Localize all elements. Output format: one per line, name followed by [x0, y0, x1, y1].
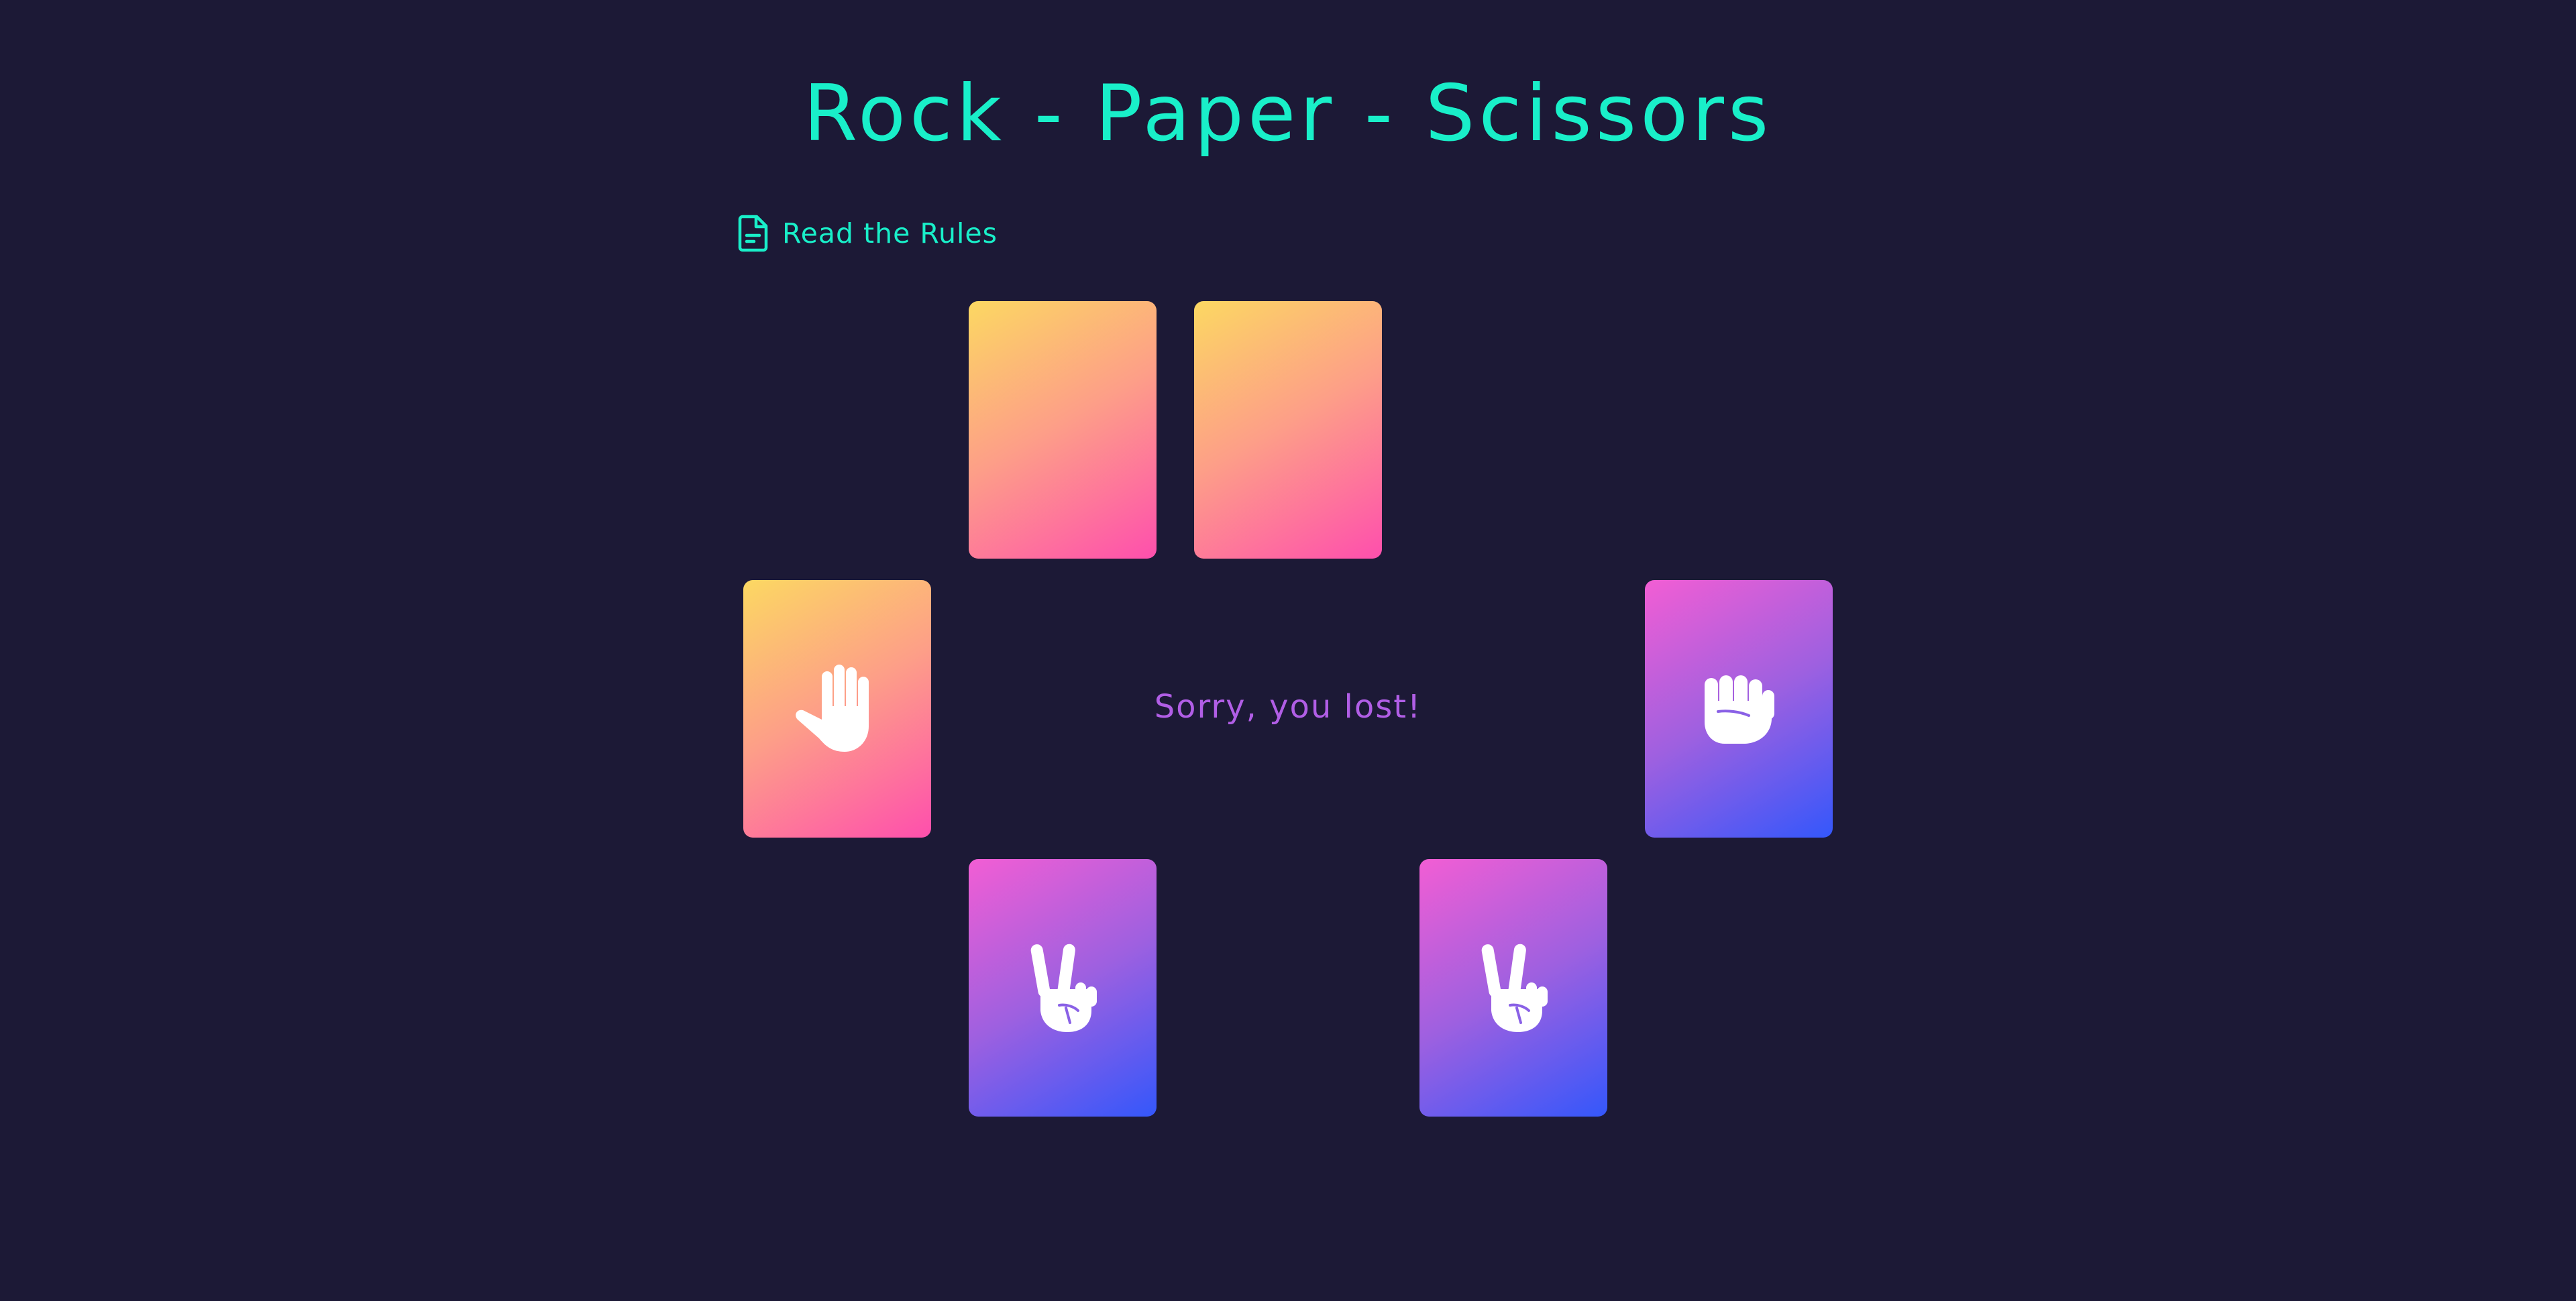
player-hand-card-scissors[interactable] — [969, 859, 1157, 1117]
page-title: Rock - Paper - Scissors — [803, 68, 1773, 159]
peace-hand-scissors-icon — [1481, 944, 1548, 1032]
player-played-card — [1645, 580, 1833, 838]
document-icon — [738, 215, 768, 252]
opponent-played-card — [743, 580, 931, 838]
peace-hand-scissors-icon — [1030, 944, 1097, 1032]
game-page: Rock - Paper - Scissors Read the Rules S… — [0, 0, 2576, 1301]
read-rules-link[interactable]: Read the Rules — [738, 209, 998, 258]
fist-rock-icon — [1705, 675, 1774, 744]
open-hand-paper-icon — [796, 665, 869, 752]
opponent-card-face-down — [1194, 301, 1382, 559]
opponent-card-face-down — [969, 301, 1157, 559]
read-rules-label: Read the Rules — [782, 217, 998, 249]
result-message: Sorry, you lost! — [1154, 688, 1422, 726]
player-hand-card-scissors[interactable] — [1419, 859, 1607, 1117]
